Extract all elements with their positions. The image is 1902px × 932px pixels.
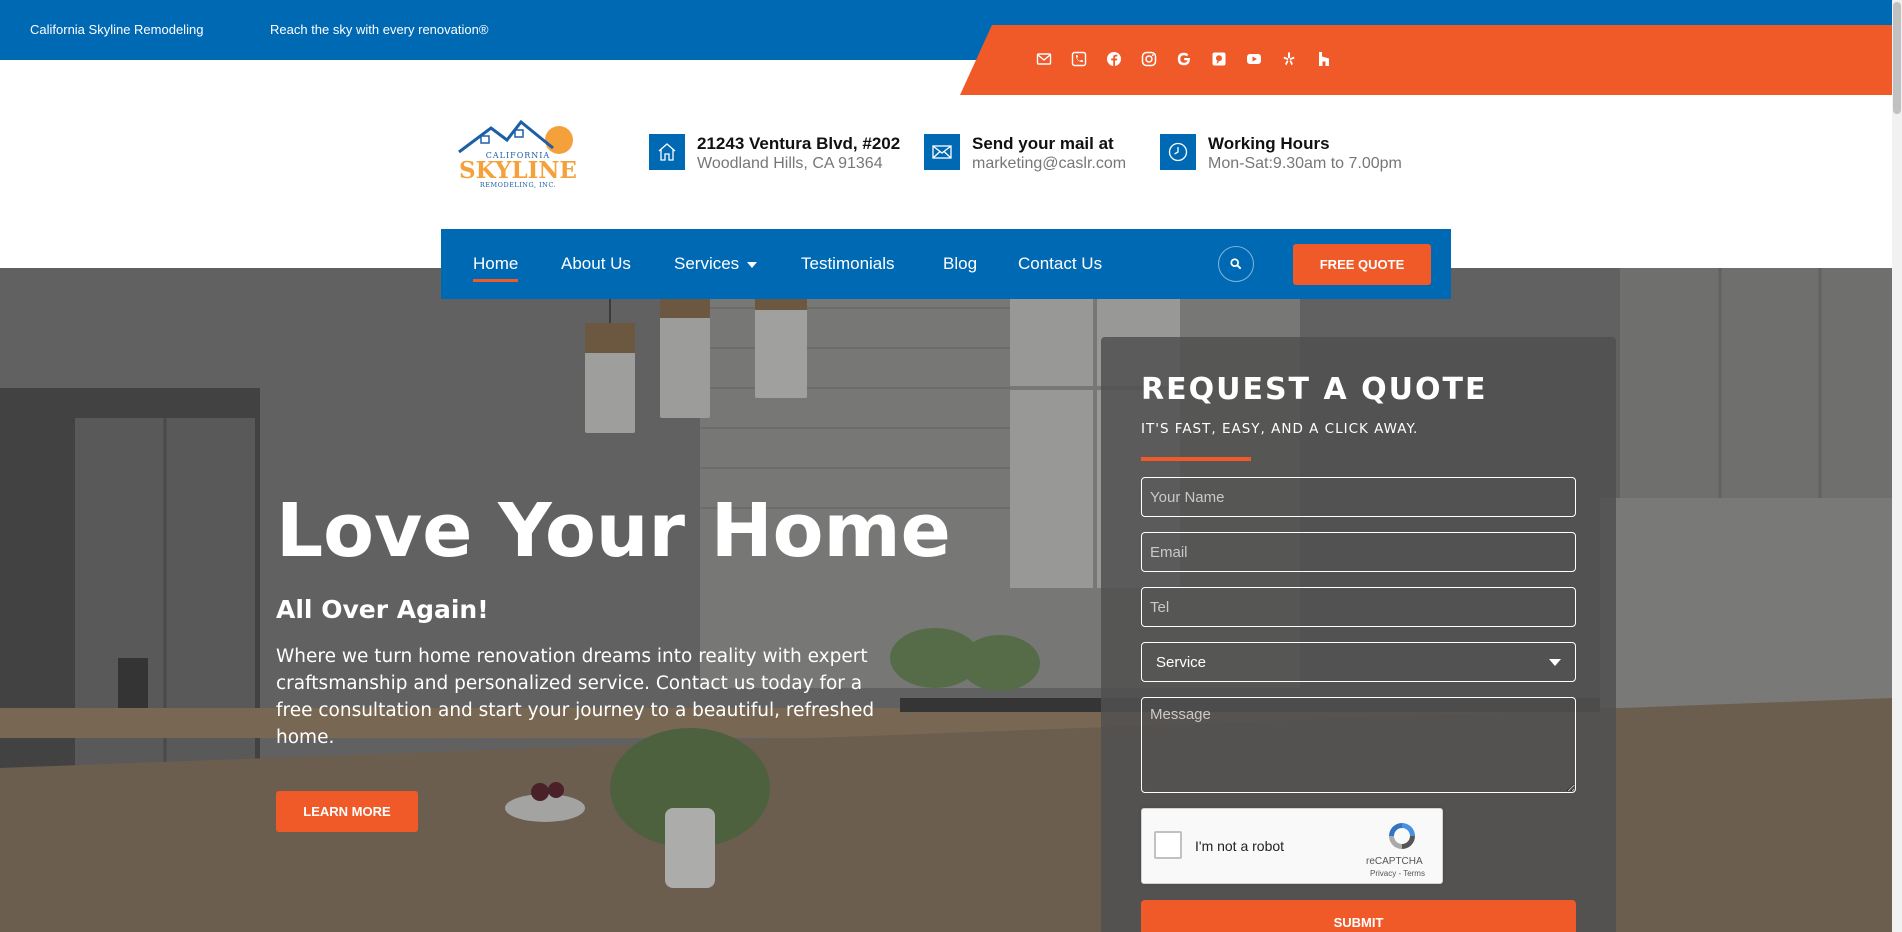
nav-item-services-label: Services: [674, 254, 740, 273]
top-bar-brand: California Skyline Remodeling: [30, 22, 204, 37]
quote-form-title: REQUEST A QUOTE: [1141, 372, 1488, 407]
recaptcha-brand: reCAPTCHA: [1366, 856, 1423, 867]
nav-item-services[interactable]: Services: [674, 254, 758, 274]
houzz-icon[interactable]: [1313, 48, 1334, 70]
youtube-icon[interactable]: [1243, 48, 1264, 70]
hours-title: Working Hours: [1208, 134, 1330, 153]
nav-item-blog[interactable]: Blog: [943, 254, 977, 274]
quote-form-subtitle: IT'S FAST, EASY, AND A CLICK AWAY.: [1141, 421, 1419, 437]
free-quote-button[interactable]: FREE QUOTE: [1293, 244, 1431, 285]
name-input[interactable]: [1141, 477, 1576, 517]
main-nav: Home About Us Services Testimonials Blog…: [441, 229, 1451, 299]
svg-text:SKYLINE: SKYLINE: [459, 157, 577, 184]
hero-subtitle: All Over Again!: [276, 595, 489, 624]
submit-button[interactable]: SUBMIT: [1141, 900, 1576, 932]
service-select-value: Service: [1156, 653, 1207, 671]
instagram-icon[interactable]: [1138, 48, 1159, 70]
scrollbar-thumb[interactable]: [1893, 2, 1901, 114]
envelope-icon: [924, 134, 960, 170]
search-button[interactable]: [1218, 246, 1254, 282]
page-scrollbar[interactable]: [1892, 0, 1902, 932]
nav-item-testimonials[interactable]: Testimonials: [801, 254, 895, 274]
svg-text:REMODELING, INC.: REMODELING, INC.: [480, 181, 556, 189]
recaptcha-icon: [1389, 823, 1415, 849]
hero-description: Where we turn home renovation dreams int…: [276, 646, 875, 748]
caret-down-icon: [747, 261, 758, 268]
company-logo[interactable]: CALIFORNIA SKYLINE REMODELING, INC.: [449, 118, 587, 190]
nav-item-about-us[interactable]: About Us: [561, 254, 631, 274]
mail-info: Send your mail at marketing@caslr.com: [924, 133, 1126, 174]
search-icon: [1230, 258, 1242, 270]
google-icon[interactable]: [1173, 48, 1194, 70]
hours-info: Working Hours Mon-Sat:9.30am to 7.00pm: [1160, 133, 1402, 174]
nav-item-home[interactable]: Home: [473, 254, 519, 282]
address-info: 21243 Ventura Blvd, #202 Woodland Hills,…: [649, 133, 900, 174]
chevron-down-icon: [1549, 658, 1561, 666]
home-icon: [649, 134, 685, 170]
recaptcha-widget: I'm not a robot reCAPTCHA Privacy - Term…: [1141, 808, 1443, 884]
tel-input[interactable]: [1141, 587, 1576, 627]
mail-title: Send your mail at: [972, 134, 1114, 153]
message-textarea[interactable]: [1141, 697, 1576, 793]
social-icons: [1033, 48, 1334, 70]
mail-address[interactable]: marketing@caslr.com: [972, 154, 1126, 174]
clock-icon: [1160, 134, 1196, 170]
recaptcha-checkbox[interactable]: [1154, 831, 1182, 859]
top-bar-tagline: Reach the sky with every renovation®: [270, 22, 489, 37]
mail-icon[interactable]: [1033, 48, 1054, 70]
houzz-alt-icon[interactable]: [1208, 48, 1229, 70]
address-sub: Woodland Hills, CA 91364: [697, 155, 883, 172]
phone-icon[interactable]: [1068, 48, 1089, 70]
quote-form-divider: [1141, 457, 1251, 461]
yelp-icon[interactable]: [1278, 48, 1299, 70]
recaptcha-label: I'm not a robot: [1195, 838, 1285, 854]
hours-sub: Mon-Sat:9.30am to 7.00pm: [1208, 155, 1402, 172]
hero-title: Love Your Home: [276, 488, 951, 574]
nav-item-contact-us[interactable]: Contact Us: [1018, 254, 1102, 274]
learn-more-button[interactable]: LEARN MORE: [276, 791, 418, 832]
address-title: 21243 Ventura Blvd, #202: [697, 134, 901, 153]
service-select[interactable]: Service: [1141, 642, 1576, 682]
recaptcha-terms[interactable]: Privacy - Terms: [1370, 869, 1425, 878]
facebook-icon[interactable]: [1103, 48, 1124, 70]
email-input[interactable]: [1141, 532, 1576, 572]
